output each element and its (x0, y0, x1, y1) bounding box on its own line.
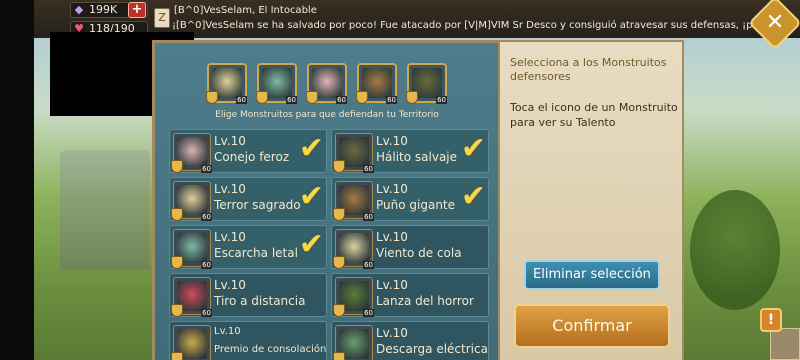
monster-card[interactable]: 60 Lv.10 Lanza del horror (331, 273, 489, 317)
monster-name: Terror sagrado (214, 198, 301, 212)
defender-level: 60 (236, 96, 247, 104)
monster-level: Lv.10 (214, 134, 246, 148)
shield-badge-icon (406, 91, 418, 104)
checkmark-icon: ✔ (298, 131, 324, 166)
defender-slot[interactable]: 60 (306, 63, 347, 104)
monster-card[interactable]: Lv.10 Premio de consolación (169, 321, 327, 360)
monster-name: Puño gigante (376, 198, 456, 212)
background-tree (690, 190, 780, 310)
defender-slot[interactable]: 60 (206, 63, 247, 104)
monster-thumbnail[interactable]: 60 (171, 181, 212, 221)
monster-name: Viento de cola (376, 246, 462, 260)
monster-level: Lv.10 (214, 326, 241, 337)
chat-line-1[interactable]: [B^0]VesSelam, El Intocable (174, 5, 317, 16)
monster-thumbnail[interactable]: 60 (171, 133, 212, 173)
monster-card[interactable]: 60 Lv.10 Terror sagrado ✔ (169, 177, 327, 221)
gem-icon: ◆ (74, 3, 84, 16)
monster-thumb-level: 60 (201, 309, 212, 317)
monster-thumbnail[interactable]: 60 (333, 181, 374, 221)
shield-badge-icon (333, 304, 345, 317)
monster-name: Descarga eléctrica (376, 342, 488, 356)
alert-icon[interactable]: ! (760, 308, 782, 332)
monster-level: Lv.10 (376, 182, 408, 196)
defender-level: 60 (386, 96, 397, 104)
side-tower-icon[interactable] (770, 328, 800, 360)
shield-badge-icon (256, 91, 268, 104)
shield-badge-icon (356, 91, 368, 104)
monster-card[interactable]: 60 Lv.10 Puño gigante ✔ (331, 177, 489, 221)
clear-selection-button[interactable]: Eliminar selección (524, 260, 660, 290)
monster-level: Lv.10 (214, 278, 246, 292)
confirm-button[interactable]: Confirmar (514, 304, 670, 348)
info-title: Selecciona a los Monstruitos defensores (510, 56, 667, 83)
defender-level: 60 (436, 96, 447, 104)
defender-level: 60 (286, 96, 297, 104)
checkmark-icon: ✔ (298, 227, 324, 262)
shield-badge-icon (306, 91, 318, 104)
gems-value: 199K (89, 3, 118, 16)
background-castle (60, 150, 150, 270)
defender-slot[interactable]: 60 (356, 63, 397, 104)
shield-badge-icon (171, 304, 183, 317)
checkmark-icon: ✔ (460, 131, 486, 166)
monster-card[interactable]: 60 Lv.10 Viento de cola (331, 225, 489, 269)
shield-badge-icon (171, 160, 183, 173)
monster-card[interactable]: 60 Lv.10 Tiro a distancia (169, 273, 327, 317)
monster-card[interactable]: 60 Lv.10 Hálito salvaje ✔ (331, 129, 489, 173)
monster-thumb-level: 60 (201, 165, 212, 173)
monster-thumb-level: 60 (363, 165, 374, 173)
monster-thumbnail[interactable]: 60 (333, 277, 374, 317)
monster-card[interactable]: 60 Lv.10 Escarcha letal ✔ (169, 225, 327, 269)
monster-thumbnail[interactable]: 60 (171, 277, 212, 317)
defender-slot[interactable]: 60 (406, 63, 447, 104)
defender-slots: 60 60 60 60 60 (206, 63, 447, 107)
shield-badge-icon (333, 160, 345, 173)
chat-line-2[interactable]: ¡[B^0]VesSelam se ha salvado por poco! F… (172, 20, 754, 31)
left-dark-bar (0, 0, 34, 360)
shield-badge-icon (206, 91, 218, 104)
monster-name: Lanza del horror (376, 294, 474, 308)
monster-level: Lv.10 (376, 278, 408, 292)
buy-gems-button[interactable]: + (128, 2, 146, 18)
defender-level: 60 (336, 96, 347, 104)
monster-thumb-level: 60 (201, 213, 212, 221)
shield-badge-icon (171, 256, 183, 269)
monster-thumb-level: 60 (363, 213, 374, 221)
defender-slot[interactable]: 60 (256, 63, 297, 104)
checkmark-icon: ✔ (298, 179, 324, 214)
defenders-caption: Elige Monstruitos para que defiendan tu … (215, 110, 439, 120)
info-text: Toca el icono de un Monstruito para ver … (510, 101, 678, 129)
shield-badge-icon (171, 352, 183, 360)
monster-level: Lv.10 (214, 230, 246, 244)
monster-level: Lv.10 (376, 230, 408, 244)
shield-badge-icon (333, 352, 345, 360)
monster-thumbnail[interactable]: 60 (333, 229, 374, 269)
monster-thumb-level: 60 (363, 309, 374, 317)
shield-badge-icon (333, 208, 345, 221)
close-icon: ✕ (765, 10, 785, 35)
monster-thumb-level: 60 (201, 261, 212, 269)
monster-thumbnail[interactable] (333, 325, 373, 360)
info-panel: Selecciona a los Monstruitos defensores … (498, 40, 684, 360)
chat-scroll-icon[interactable]: Z (154, 8, 170, 28)
monster-name: Tiro a distancia (214, 294, 306, 308)
defender-selection-panel: 60 60 60 60 60 Elige Monstruitos para que de… (152, 40, 502, 360)
monster-name: Hálito salvaje (376, 150, 458, 164)
shield-badge-icon (333, 256, 345, 269)
monster-level: Lv.10 (214, 182, 246, 196)
monster-thumb-level: 60 (363, 261, 374, 269)
monster-thumbnail[interactable]: 60 (171, 229, 212, 269)
monster-name: Conejo feroz (214, 150, 290, 164)
monster-name: Premio de consolación (214, 344, 327, 355)
monster-card[interactable]: Lv.10 Descarga eléctrica (331, 321, 489, 360)
monster-thumbnail[interactable] (171, 325, 211, 360)
monster-name: Escarcha letal (214, 246, 298, 260)
monster-thumbnail[interactable]: 60 (333, 133, 374, 173)
monster-level: Lv.10 (376, 134, 408, 148)
shield-badge-icon (171, 208, 183, 221)
checkmark-icon: ✔ (460, 179, 486, 214)
monster-level: Lv.10 (376, 326, 408, 340)
monster-card[interactable]: 60 Lv.10 Conejo feroz ✔ (169, 129, 327, 173)
